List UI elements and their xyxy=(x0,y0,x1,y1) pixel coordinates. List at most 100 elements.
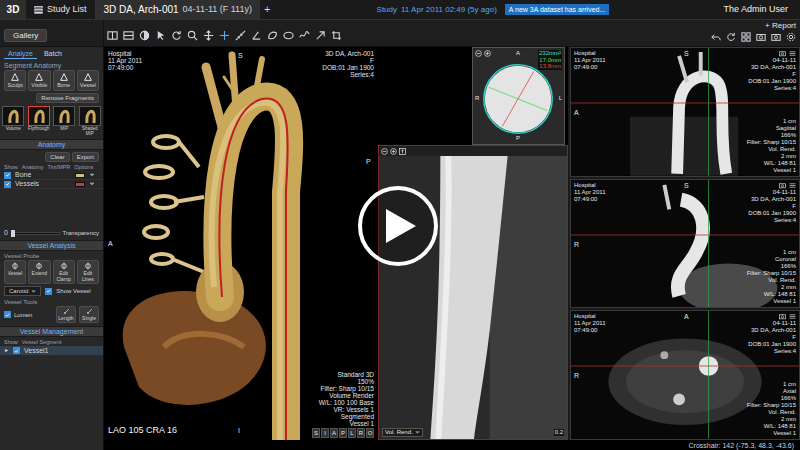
preset-thumbnail[interactable]: Volume xyxy=(1,106,26,136)
show-checkbox[interactable] xyxy=(4,181,11,188)
expand-icon[interactable] xyxy=(4,348,9,353)
camera-icon[interactable] xyxy=(756,32,766,42)
overlay-info: 3D DA, Arch-001 xyxy=(751,196,796,203)
pointer-icon[interactable] xyxy=(155,30,166,41)
panel-tab[interactable]: Analyze xyxy=(4,49,37,59)
vessel-type-dropdown[interactable]: Carotid xyxy=(4,286,41,296)
app-logo[interactable]: 3D xyxy=(0,0,26,19)
orientation-button[interactable]: S xyxy=(312,428,320,438)
settings-icon[interactable] xyxy=(786,32,796,42)
anatomy-row[interactable]: Bone xyxy=(0,171,103,180)
menu-icon[interactable] xyxy=(789,182,796,189)
ellipse-icon[interactable] xyxy=(283,30,294,41)
orientation-button[interactable]: O xyxy=(366,428,374,438)
orientation-button[interactable]: I xyxy=(321,428,329,438)
aorta-3d-render[interactable] xyxy=(104,47,376,440)
layout-icon[interactable] xyxy=(107,30,118,41)
probe-button[interactable]: Edit Lines xyxy=(77,260,99,284)
menu-icon[interactable] xyxy=(789,313,796,320)
mpr-view[interactable]: Hospital11 Apr 201107:49:0004-11-113D DA… xyxy=(570,179,800,309)
orientation-button[interactable]: R xyxy=(357,428,365,438)
tint-swatch[interactable] xyxy=(75,182,85,187)
view-info: Filter: Sharp 10/15 xyxy=(747,402,796,409)
flip-icon[interactable] xyxy=(399,148,406,155)
section-header[interactable]: Vessel Analysis xyxy=(27,241,75,250)
segment-tool-button[interactable]: Sculpt xyxy=(4,70,26,91)
zoom-out-icon[interactable] xyxy=(475,50,482,57)
tile-icon[interactable] xyxy=(741,32,751,42)
ruler-icon[interactable] xyxy=(235,30,246,41)
dropdown-icon[interactable] xyxy=(89,181,95,187)
segment-tool-button[interactable]: Vessel xyxy=(77,70,99,91)
slab-thickness[interactable]: 0.2 xyxy=(554,429,564,436)
roi-icon[interactable] xyxy=(267,30,278,41)
orientation-button[interactable]: P xyxy=(339,428,347,438)
reset-icon[interactable] xyxy=(726,32,736,42)
camera-icon[interactable] xyxy=(779,50,786,57)
section-header[interactable]: Anatomy xyxy=(38,140,66,149)
pan-icon[interactable] xyxy=(203,30,214,41)
panel-tab[interactable]: Batch xyxy=(40,49,66,59)
segment-tool-button[interactable]: Bone xyxy=(53,70,75,91)
vessel-tool-button[interactable]: Length xyxy=(56,306,76,323)
probe-button[interactable]: Vessel xyxy=(4,260,26,284)
orientation-label: A xyxy=(684,313,689,321)
angle-icon[interactable] xyxy=(251,30,262,41)
mpr-view[interactable]: Hospital11 Apr 201107:49:0004-11-113D DA… xyxy=(570,47,800,177)
study-list-button[interactable]: Study List xyxy=(26,0,96,19)
camera-icon[interactable] xyxy=(779,313,786,320)
crosshair-icon[interactable] xyxy=(219,30,230,41)
orientation-label: S xyxy=(684,182,689,190)
vessel-checkbox[interactable] xyxy=(13,347,20,354)
user-name[interactable]: The Admin User xyxy=(711,3,800,17)
mpr-view[interactable]: Hospital11 Apr 201107:49:0004-11-113D DA… xyxy=(570,310,800,440)
volume-render-view[interactable]: Hospital11 Apr 201107:49:003D DA, Arch-0… xyxy=(104,47,568,440)
anatomy-row[interactable]: Vessels xyxy=(0,180,103,189)
camera-icon[interactable] xyxy=(779,182,786,189)
preset-thumbnail[interactable]: MIP xyxy=(52,106,77,136)
vessel-tool-button[interactable]: Single xyxy=(79,306,99,323)
undo-icon[interactable] xyxy=(711,32,721,42)
lumen-checkbox[interactable] xyxy=(4,311,11,318)
zoom-out-icon[interactable] xyxy=(381,148,388,155)
rotate-icon[interactable] xyxy=(171,30,182,41)
orientation-button[interactable]: L xyxy=(348,428,356,438)
dropdown-icon[interactable] xyxy=(89,172,95,178)
tint-swatch[interactable] xyxy=(75,173,85,178)
play-button[interactable] xyxy=(358,186,438,266)
menu-icon[interactable] xyxy=(789,50,796,57)
add-tab-button[interactable]: + xyxy=(260,1,274,18)
zoom-in-icon[interactable] xyxy=(484,50,491,57)
window-level-icon[interactable] xyxy=(139,30,150,41)
lumen-label: Lumen xyxy=(14,311,32,319)
orientation-button[interactable]: A xyxy=(330,428,338,438)
notification-badge[interactable]: A new 3A dataset has arrived... xyxy=(505,4,610,15)
section-header[interactable]: Vessel Management xyxy=(20,327,83,336)
segment-tool-button[interactable]: Visible xyxy=(28,70,50,91)
remove-fragments-button[interactable]: Remove Fragments xyxy=(36,93,99,103)
study-label[interactable]: Study xyxy=(377,4,397,16)
report-button[interactable]: + Report xyxy=(765,21,796,30)
cross-section-view[interactable]: 232mm²17.0mm13.8mmAPRL xyxy=(472,47,565,145)
crop-icon[interactable] xyxy=(331,30,342,41)
export-button[interactable]: Export xyxy=(72,152,99,162)
show-vessel-checkbox[interactable] xyxy=(45,288,52,295)
overlay-info: 07:49:00 xyxy=(574,64,605,71)
camera-menu-icon[interactable] xyxy=(771,32,781,42)
vessel-row[interactable]: Vessel1 xyxy=(0,346,103,355)
transparency-slider[interactable] xyxy=(11,232,60,235)
show-checkbox[interactable] xyxy=(4,172,11,179)
gallery-button[interactable]: Gallery xyxy=(4,29,47,42)
study-tab[interactable]: 3D DA, Arch-00104-11-11 (F 111y) xyxy=(96,0,260,19)
render-mode-dropdown[interactable]: Vol. Rend. xyxy=(382,428,423,437)
preset-thumbnail[interactable]: Shaded MIP xyxy=(78,106,103,136)
arrow-icon[interactable] xyxy=(315,30,326,41)
layout-grid-icon[interactable] xyxy=(123,30,134,41)
clear-button[interactable]: Clear xyxy=(45,152,69,162)
zoom-in-icon[interactable] xyxy=(390,148,397,155)
preset-thumbnail[interactable]: Flythrough xyxy=(27,106,52,136)
probe-button[interactable]: Extend xyxy=(28,260,50,284)
zoom-icon[interactable] xyxy=(187,30,198,41)
probe-button[interactable]: Edit Clamp xyxy=(53,260,75,284)
freehand-icon[interactable] xyxy=(299,30,310,41)
